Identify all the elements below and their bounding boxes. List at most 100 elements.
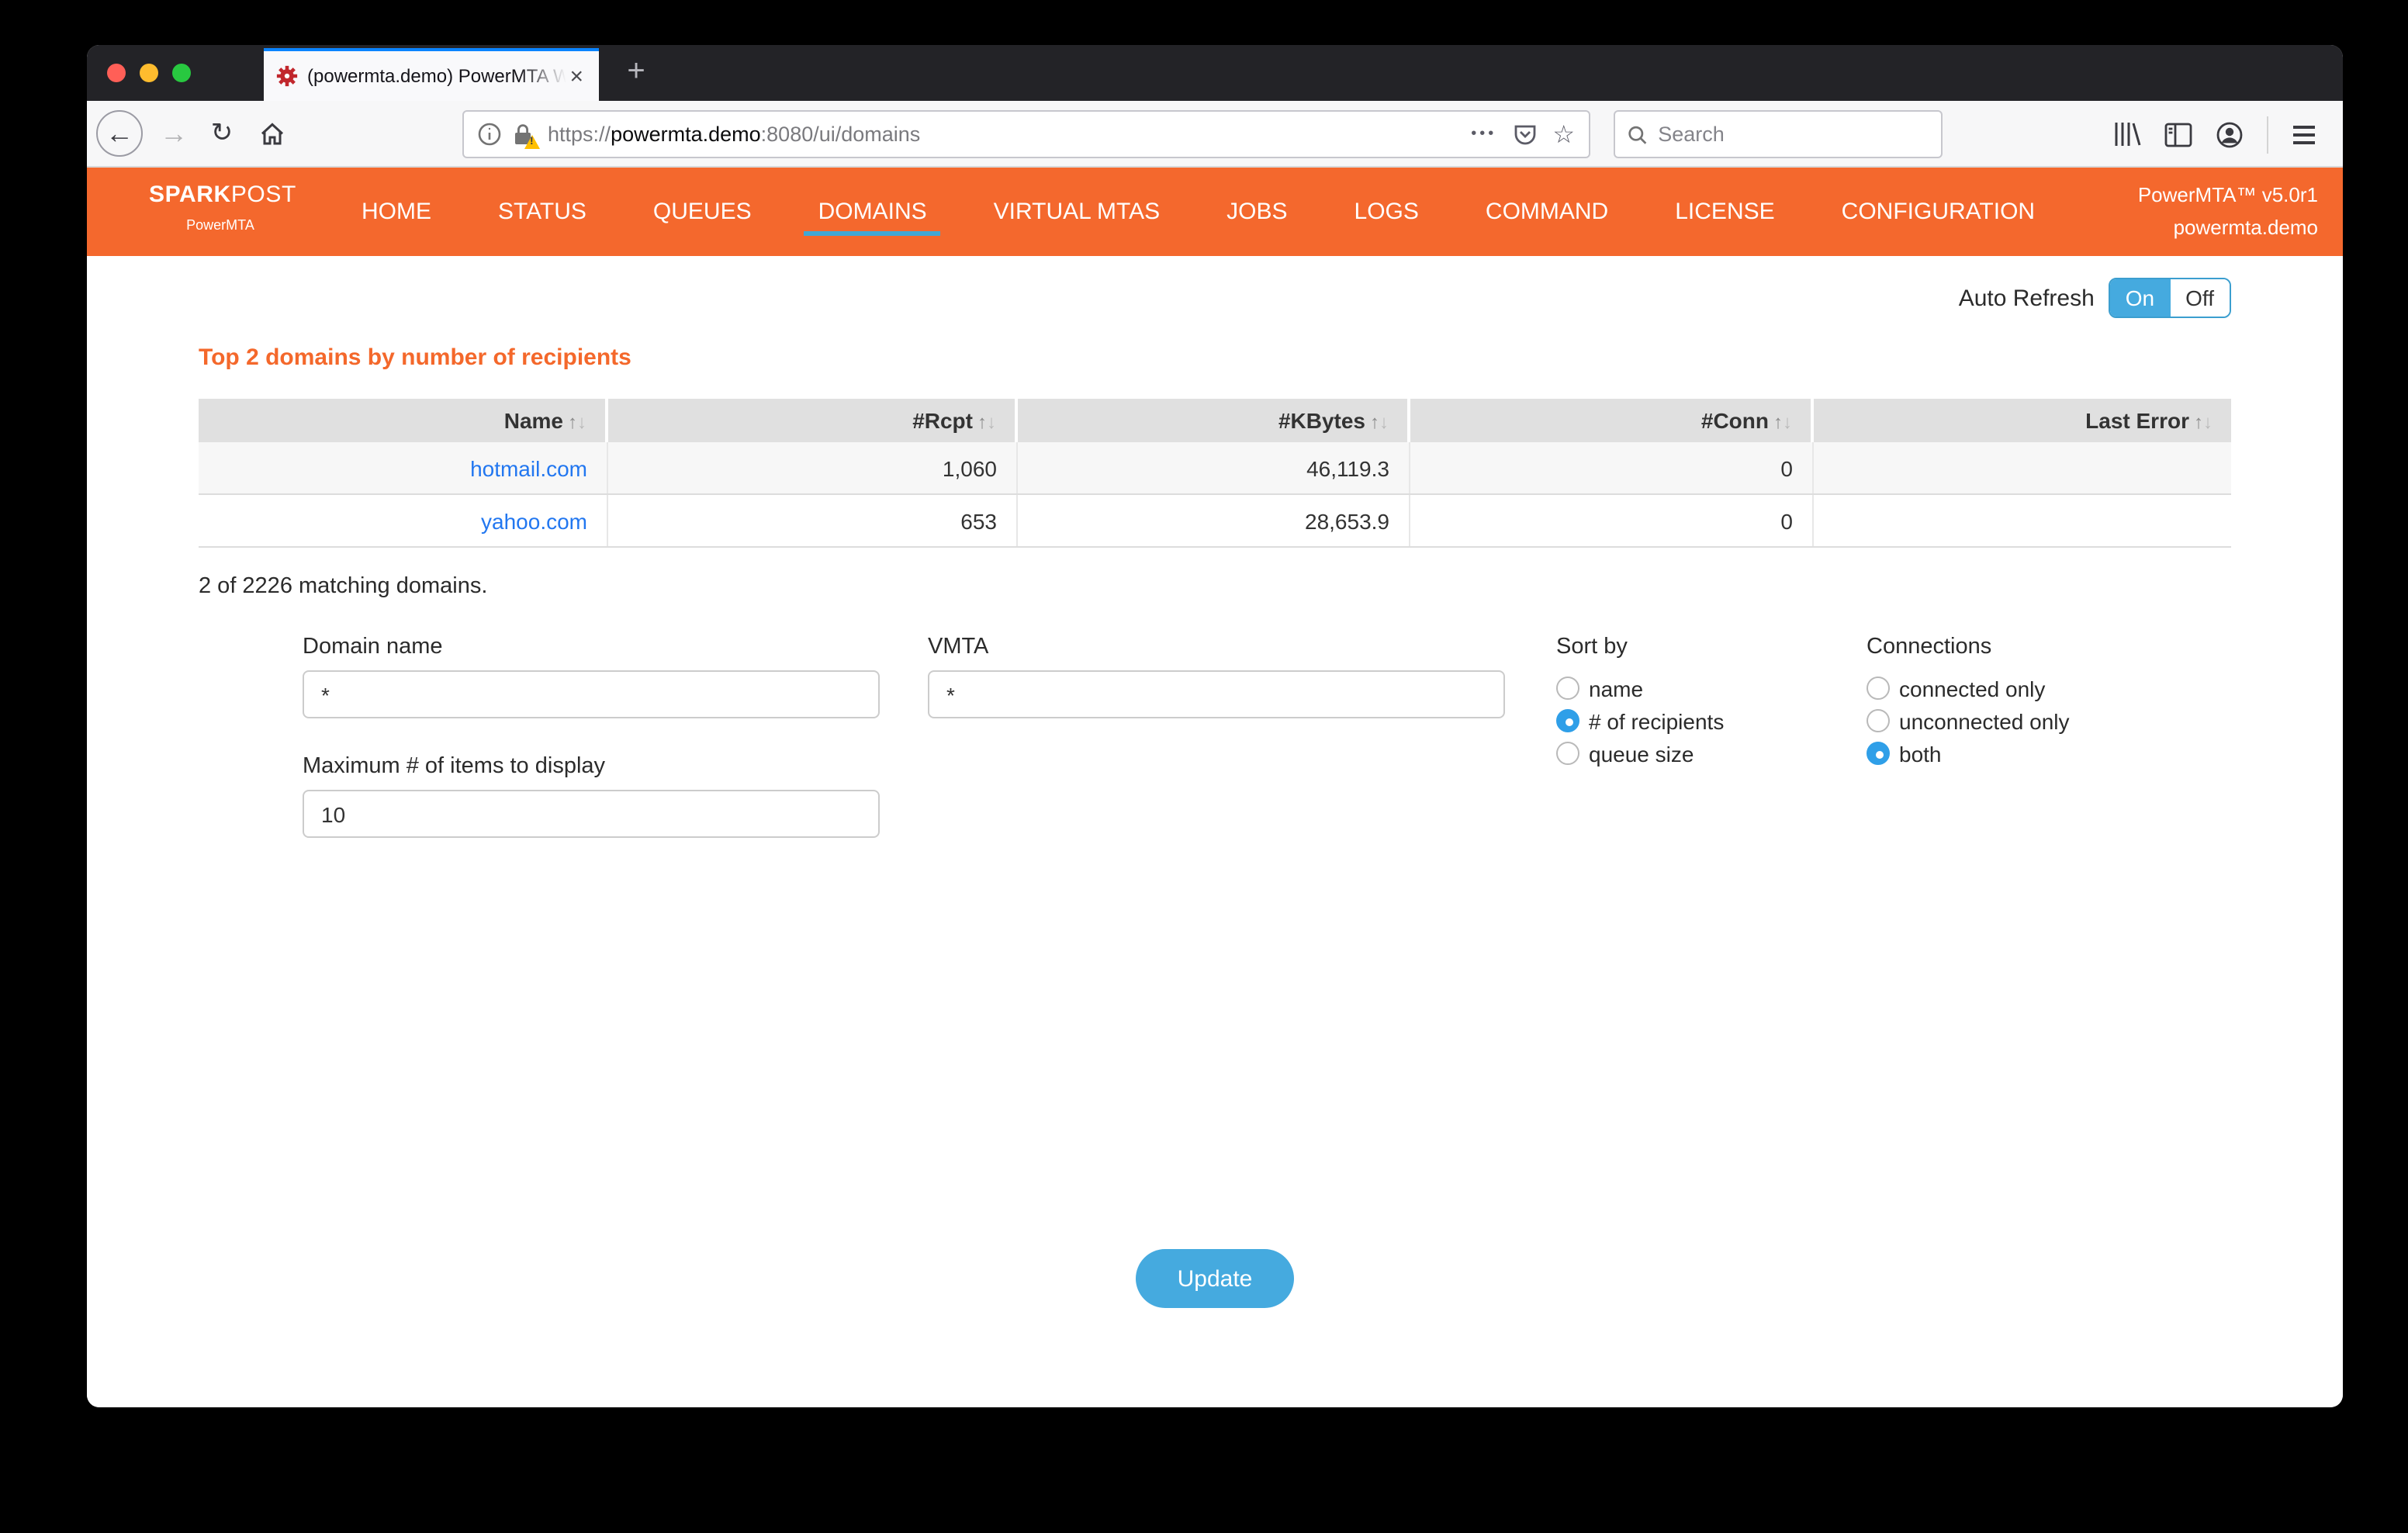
sort-by-queue-size-radio[interactable]: queue size — [1556, 737, 1724, 770]
nav-item-virtual-mtas[interactable]: VIRTUAL MTAS — [980, 189, 1175, 235]
cell-last-error — [1811, 442, 2231, 495]
nav-item-jobs[interactable]: JOBS — [1213, 189, 1301, 235]
sort-by-recipients-radio[interactable]: # of recipients — [1556, 704, 1724, 737]
vmta-input[interactable] — [928, 670, 1505, 718]
cell-kbytes: 28,653.9 — [1015, 494, 1409, 548]
cell-last-error — [1811, 494, 2231, 548]
sort-icon: ↑↓ — [568, 411, 586, 433]
home-button[interactable] — [248, 110, 295, 157]
auto-refresh-toggle: On Off — [2108, 278, 2231, 318]
tab-title: (powermta.demo) PowerMTA W — [307, 65, 567, 87]
connections-label: Connections — [1867, 635, 1992, 659]
search-icon — [1628, 125, 1647, 144]
browser-toolbar: ← → ↻ ! https://powermta.demo:8080/ui/do… — [87, 101, 2343, 168]
new-tab-button[interactable]: + — [614, 51, 658, 95]
max-items-label: Maximum # of items to display — [303, 754, 606, 779]
nav-item-license[interactable]: LICENSE — [1661, 189, 1788, 235]
toolbar-right-icons — [2113, 101, 2316, 168]
back-button[interactable]: ← — [96, 110, 143, 157]
nav-item-queues[interactable]: QUEUES — [639, 189, 766, 235]
url-bar[interactable]: https://powermta.demo:8080/ui/domains ••… — [462, 110, 1590, 158]
url-scheme: https:// — [548, 123, 611, 146]
account-icon[interactable] — [2216, 120, 2244, 148]
radio-icon — [1867, 709, 1890, 732]
reload-button[interactable]: ↻ — [199, 110, 245, 157]
radio-icon — [1867, 677, 1890, 700]
auto-refresh-control: Auto Refresh On Off — [1959, 278, 2231, 318]
domains-table: Name ↑↓ #Rcpt ↑↓ #KBytes ↑↓ #Conn ↑↓ Last Er… — [199, 399, 2231, 548]
library-icon[interactable] — [2113, 121, 2141, 147]
url-text: https://powermta.demo:8080/ui/domains — [548, 123, 920, 146]
server-hostname: powermta.demo — [2173, 216, 2318, 239]
warning-triangle-icon — [524, 135, 540, 149]
browser-window: (powermta.demo) PowerMTA W × + ← → ↻ ! h… — [87, 45, 2343, 1407]
matching-domains-summary: 2 of 2226 matching domains. — [199, 574, 488, 599]
radio-icon — [1556, 677, 1579, 700]
pocket-icon[interactable] — [1512, 122, 1537, 147]
window-minimize-button[interactable] — [140, 64, 158, 82]
insecure-lock-icon[interactable] — [512, 123, 540, 149]
cell-conn: 0 — [1408, 442, 1812, 495]
product-version: PowerMTA™ v5.0r1 — [2137, 183, 2318, 206]
max-items-input[interactable] — [303, 790, 880, 838]
cell-domain-name: hotmail.com — [199, 442, 607, 495]
auto-refresh-on-button[interactable]: On — [2109, 279, 2171, 317]
column-header-kbytes[interactable]: #KBytes ↑↓ — [1015, 399, 1409, 442]
connections-connected-radio[interactable]: connected only — [1867, 672, 2070, 704]
radio-selected-icon — [1556, 709, 1579, 732]
sort-by-label: Sort by — [1556, 635, 1628, 659]
cell-rcpt: 1,060 — [606, 442, 1016, 495]
search-input[interactable] — [1658, 123, 1929, 146]
screen: (powermta.demo) PowerMTA W × + ← → ↻ ! h… — [0, 0, 2408, 1533]
cell-kbytes: 46,119.3 — [1015, 442, 1409, 495]
table-row: yahoo.com 653 28,653.9 0 — [199, 494, 2231, 548]
nav-item-configuration[interactable]: CONFIGURATION — [1828, 189, 2049, 235]
domain-link[interactable]: yahoo.com — [481, 508, 587, 533]
menu-hamburger-icon[interactable] — [2292, 123, 2316, 145]
nav-item-command[interactable]: COMMAND — [1472, 189, 1622, 235]
vmta-label: VMTA — [928, 635, 989, 659]
page-actions-icon[interactable]: ••• — [1471, 126, 1496, 143]
sidebar-icon[interactable] — [2164, 122, 2192, 147]
nav-item-status[interactable]: STATUS — [484, 189, 600, 235]
column-header-name[interactable]: Name ↑↓ — [199, 399, 607, 442]
page-content: Auto Refresh On Off Top 2 domains by num… — [87, 256, 2343, 1407]
app-navbar: SPARKPOST PowerMTA HOME STATUS QUEUES DO… — [87, 168, 2343, 256]
column-header-rcpt[interactable]: #Rcpt ↑↓ — [605, 399, 1016, 442]
brand-post: POST — [230, 182, 296, 208]
url-path: :8080/ui/domains — [760, 123, 921, 146]
sort-icon: ↑↓ — [1773, 411, 1792, 433]
page-title: Top 2 domains by number of recipients — [199, 344, 631, 371]
sort-by-name-radio[interactable]: name — [1556, 672, 1724, 704]
browser-search[interactable] — [1614, 110, 1943, 158]
info-icon[interactable] — [478, 123, 501, 146]
bookmark-star-icon[interactable]: ☆ — [1552, 119, 1575, 150]
forward-button[interactable]: → — [150, 110, 197, 157]
nav-item-home[interactable]: HOME — [348, 189, 445, 235]
connections-unconnected-radio[interactable]: unconnected only — [1867, 704, 2070, 737]
auto-refresh-off-button[interactable]: Off — [2170, 279, 2230, 317]
sparkpost-logo[interactable]: SPARKPOST PowerMTA — [149, 182, 296, 233]
tab-close-icon[interactable]: × — [566, 64, 586, 88]
connections-both-radio[interactable]: both — [1867, 737, 2070, 770]
column-header-last-error[interactable]: Last Error ↑↓ — [1811, 399, 2231, 442]
window-zoom-button[interactable] — [172, 64, 191, 82]
nav-links: HOME STATUS QUEUES DOMAINS VIRTUAL MTAS … — [348, 168, 2049, 256]
window-close-button[interactable] — [107, 64, 126, 82]
nav-item-logs[interactable]: LOGS — [1341, 189, 1433, 235]
cell-domain-name: yahoo.com — [199, 494, 607, 548]
table-header-row: Name ↑↓ #Rcpt ↑↓ #KBytes ↑↓ #Conn ↑↓ Last Er… — [199, 399, 2231, 442]
radio-icon — [1556, 742, 1579, 765]
brand-spark: SPARK — [149, 182, 231, 208]
column-header-conn[interactable]: #Conn ↑↓ — [1407, 399, 1812, 442]
browser-tab[interactable]: (powermta.demo) PowerMTA W × — [264, 48, 599, 101]
auto-refresh-label: Auto Refresh — [1958, 285, 2095, 311]
nav-item-domains[interactable]: DOMAINS — [804, 189, 941, 235]
cell-conn: 0 — [1408, 494, 1812, 548]
domain-link[interactable]: hotmail.com — [470, 455, 587, 480]
powermta-favicon-icon — [276, 65, 298, 87]
domain-name-label: Domain name — [303, 635, 443, 659]
update-button[interactable]: Update — [1136, 1249, 1294, 1308]
filter-form: Domain name VMTA Sort by name # of recip… — [199, 635, 2231, 1308]
domain-name-input[interactable] — [303, 670, 880, 718]
